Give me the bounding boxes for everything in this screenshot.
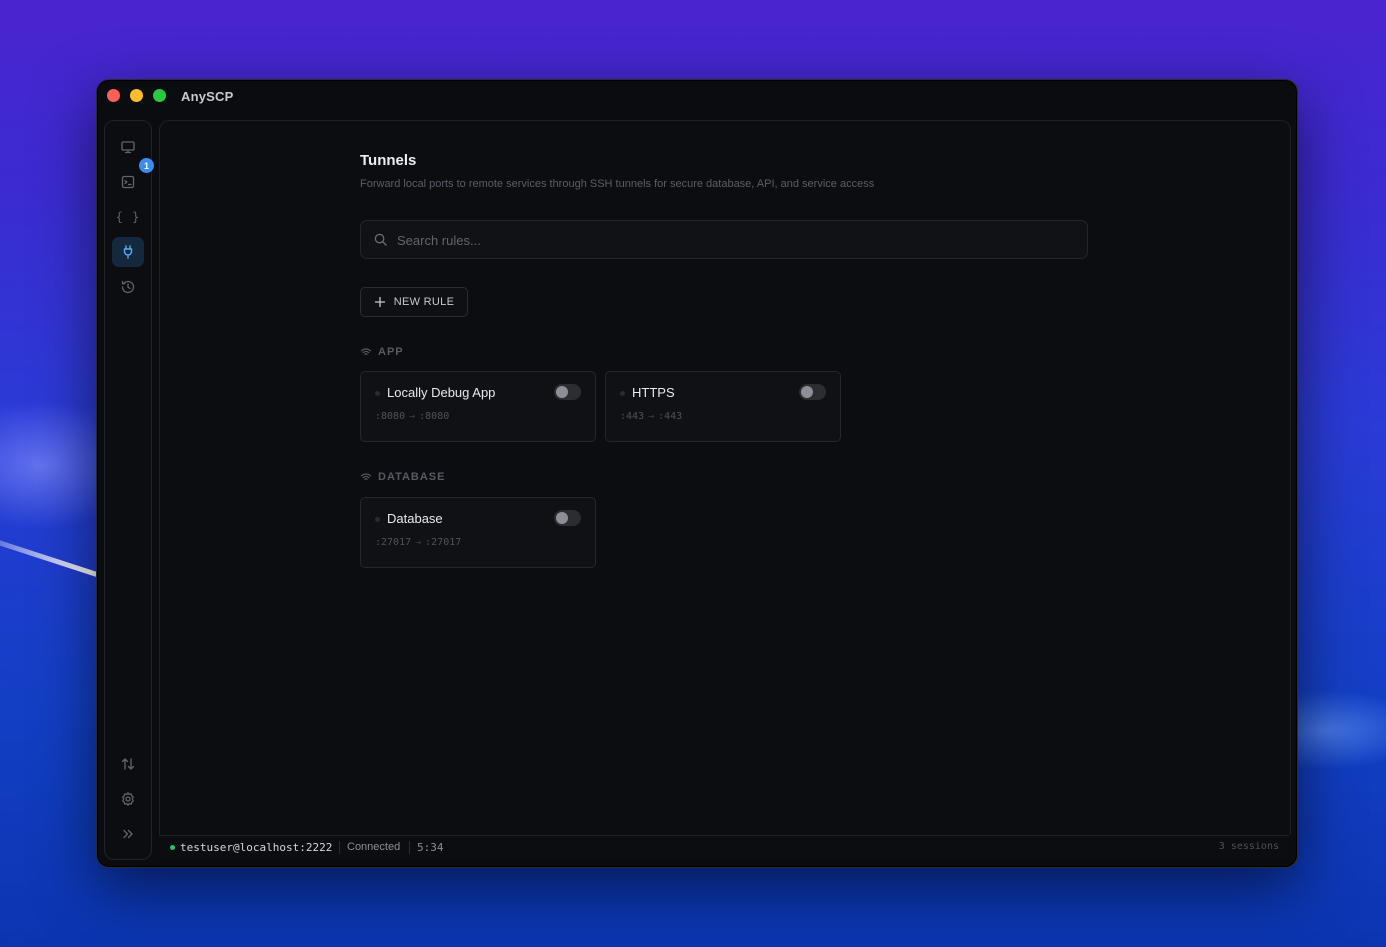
page-title: Tunnels (360, 152, 417, 169)
new-rule-label: NEW RULE (393, 296, 455, 308)
plus-icon (374, 296, 385, 308)
app-window: AnySCP 1 { } Tunnels Forward local ports… (96, 79, 1298, 868)
rule-name: Locally Debug App (387, 385, 496, 400)
remote-port: :443 (658, 411, 683, 422)
toggle-knob (801, 386, 813, 398)
local-port: :443 (620, 411, 645, 422)
search-bar (360, 220, 1088, 260)
app-title: AnySCP (181, 89, 234, 104)
wifi-icon (360, 348, 372, 355)
minimize-window-button[interactable] (130, 89, 143, 102)
arrow-right-icon: → (648, 411, 655, 422)
arrow-right-icon: → (415, 537, 422, 548)
rule-toggle[interactable] (799, 384, 826, 400)
monitor-icon (121, 141, 135, 154)
sidebar-expand-button[interactable] (112, 819, 144, 849)
local-port: :8080 (375, 411, 406, 422)
title-bar: AnySCP (97, 80, 1297, 114)
rule-toggle[interactable] (554, 384, 581, 400)
close-window-button[interactable] (107, 89, 120, 102)
group-label-app: APP (360, 346, 404, 358)
divider (409, 841, 410, 854)
chevrons-right-icon (123, 829, 133, 839)
remote-port: :8080 (419, 411, 450, 422)
tunnel-rule-card[interactable]: HTTPS :443 →:443 (605, 371, 841, 442)
rule-name: HTTPS (632, 385, 675, 400)
plug-icon (123, 245, 133, 259)
remote-port: :27017 (425, 537, 462, 548)
local-port: :27017 (375, 537, 412, 548)
status-bar: testuser@localhost:2222 Connected 5:34 3… (159, 835, 1289, 860)
braces-icon: { } (115, 210, 141, 224)
status-dot (375, 517, 380, 522)
rule-name: Database (387, 511, 443, 526)
session-time: 5:34 (417, 841, 444, 854)
wifi-icon (360, 473, 372, 480)
group-label-database: DATABASE (360, 471, 445, 483)
rule-ports: :443 →:443 (620, 411, 682, 422)
sidebar-item-hosts[interactable] (112, 132, 144, 162)
zoom-window-button[interactable] (153, 89, 166, 102)
connection-user[interactable]: testuser@localhost:2222 (180, 841, 332, 854)
sessions-count[interactable]: 3 sessions (1219, 841, 1279, 852)
rule-ports: :27017 →:27017 (375, 537, 461, 548)
rule-toggle[interactable] (554, 510, 581, 526)
status-dot (620, 391, 625, 396)
toggle-knob (556, 386, 568, 398)
transfer-icon (121, 758, 135, 770)
page-description: Forward local ports to remote services t… (360, 178, 875, 190)
sidebar-item-settings[interactable] (112, 784, 144, 814)
gear-icon (122, 792, 134, 806)
sidebar-item-history[interactable] (112, 272, 144, 302)
search-input[interactable] (395, 221, 1079, 260)
search-icon (374, 233, 387, 246)
notification-badge: 1 (139, 158, 154, 173)
sidebar-item-transfers[interactable] (112, 749, 144, 779)
arrow-right-icon: → (409, 411, 416, 422)
tunnel-rule-card[interactable]: Database :27017 →:27017 (360, 497, 596, 568)
sidebar-item-terminal[interactable]: 1 (112, 158, 154, 197)
main-panel: Tunnels Forward local ports to remote se… (159, 120, 1291, 835)
history-icon (121, 280, 135, 294)
sidebar-item-snippets[interactable]: { } (112, 202, 144, 232)
toggle-knob (556, 512, 568, 524)
rule-ports: :8080 →:8080 (375, 411, 449, 422)
divider (339, 841, 340, 854)
tunnel-rule-card[interactable]: Locally Debug App :8080 →:8080 (360, 371, 596, 442)
connection-state: Connected (347, 841, 401, 853)
status-dot (375, 391, 380, 396)
connection-status-dot (170, 845, 175, 850)
terminal-icon (121, 175, 135, 189)
new-rule-button[interactable]: NEW RULE (360, 287, 468, 317)
sidebar: 1 { } (104, 120, 154, 860)
sidebar-item-tunnels[interactable] (112, 237, 144, 267)
